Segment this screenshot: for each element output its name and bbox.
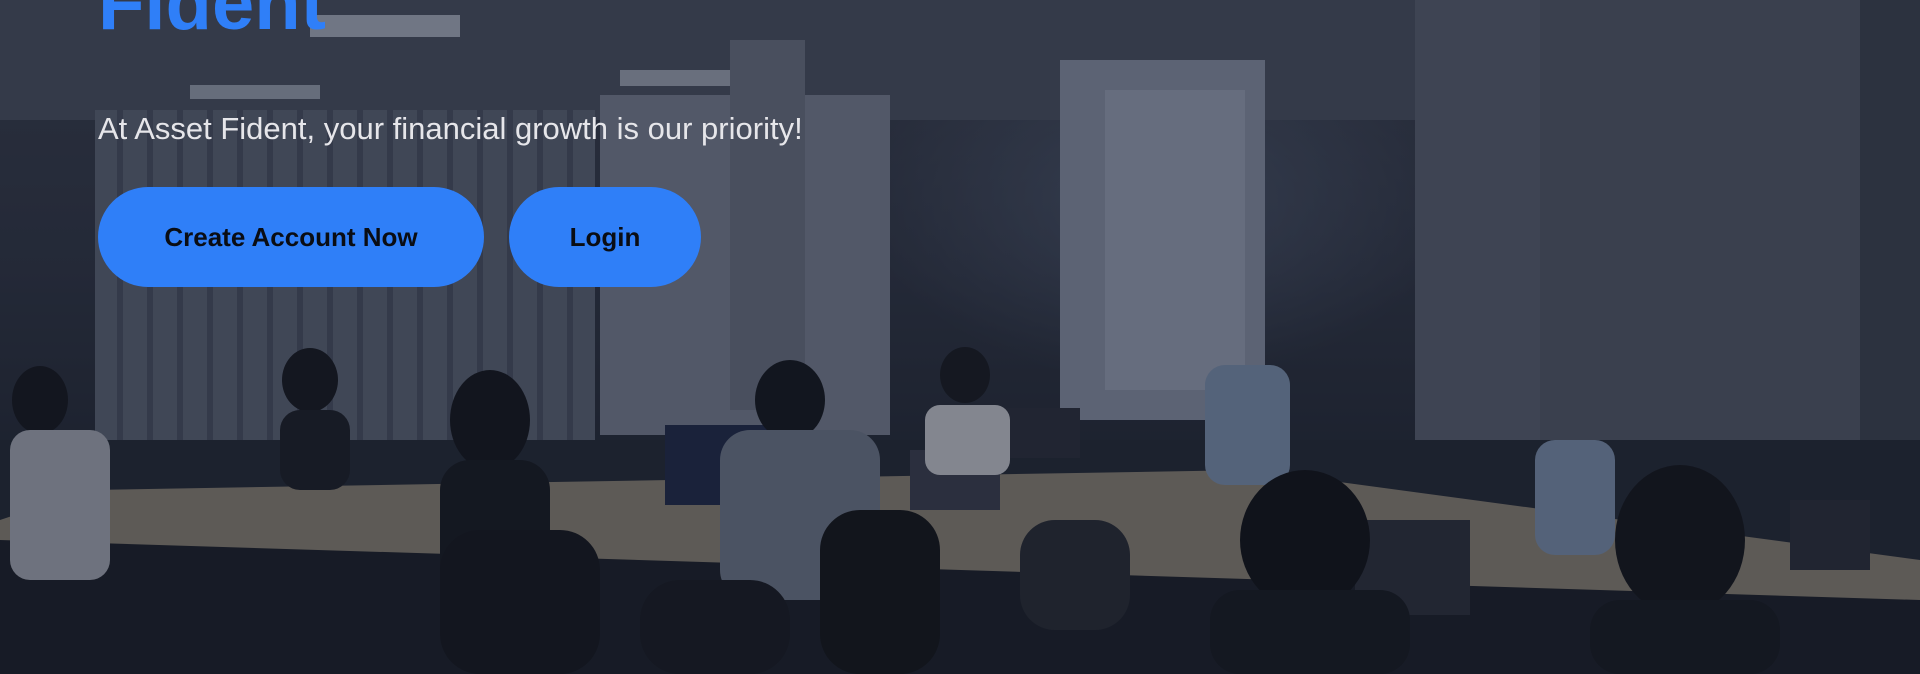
hero-tagline: At Asset Fident, your financial growth i… [98,111,803,146]
hero-headline: Fident [98,0,326,46]
create-account-button[interactable]: Create Account Now [98,187,484,287]
dark-overlay [0,0,1920,674]
login-button[interactable]: Login [509,187,701,287]
hero-section: Fident At Asset Fident, your financial g… [0,0,1920,674]
